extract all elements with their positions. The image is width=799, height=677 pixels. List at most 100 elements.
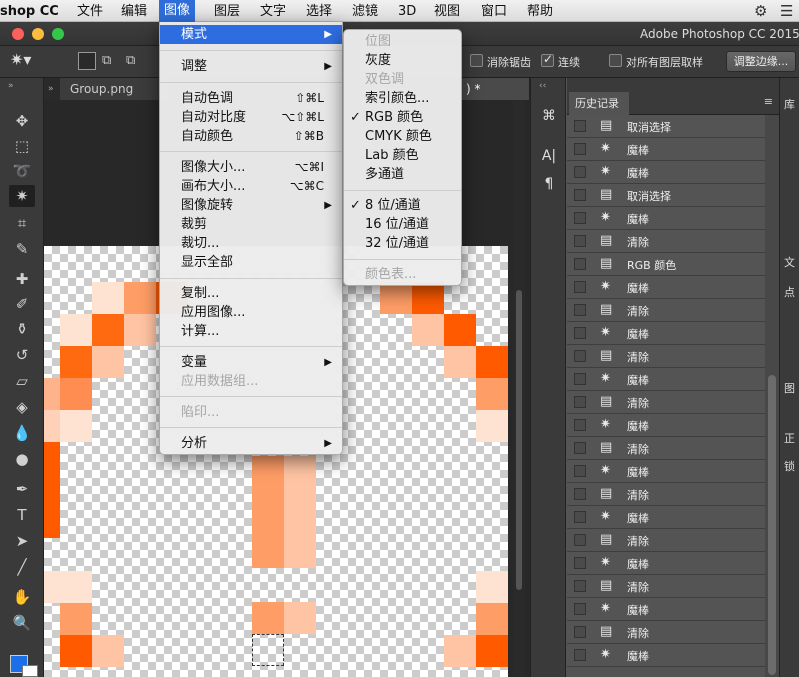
menu-window[interactable]: 窗口 (481, 3, 507, 20)
app-menu[interactable]: shop CC (0, 3, 59, 20)
collapse-icon[interactable]: » (8, 81, 14, 91)
pen-tool-icon[interactable]: ✒ (9, 478, 35, 500)
mode-menu-item[interactable]: ✓ RGB 颜色 (344, 108, 461, 127)
menu-select[interactable]: 选择 (306, 3, 332, 20)
tab-active-document[interactable]: ) * (462, 78, 530, 100)
menu-help[interactable]: 帮助 (527, 3, 553, 20)
mode-menu-item[interactable]: 32 位/通道 (344, 234, 461, 253)
mode-menu-item[interactable]: 16 位/通道 (344, 215, 461, 234)
history-snapshot-checkbox[interactable] (574, 258, 586, 270)
paths-icon[interactable]: ⌘ (539, 106, 559, 126)
history-snapshot-checkbox[interactable] (574, 580, 586, 592)
paragraph-icon[interactable]: ¶ (539, 174, 559, 194)
clone-stamp-tool-icon[interactable]: ⚱ (9, 318, 35, 340)
brush-tool-icon[interactable]: ✐ (9, 293, 35, 315)
canvas-vertical-scrollbar[interactable] (513, 100, 525, 677)
image-menu-item[interactable]: 自动颜色 ⇧⌘B (160, 127, 342, 146)
sample-all-layers-checkbox[interactable] (609, 54, 622, 67)
hand-tool-icon[interactable]: ✋ (9, 586, 35, 608)
path-selection-tool-icon[interactable]: ➤ (9, 530, 35, 552)
history-snapshot-checkbox[interactable] (574, 281, 586, 293)
history-snapshot-checkbox[interactable] (574, 373, 586, 385)
eyedropper-tool-icon[interactable]: ✎ (9, 238, 35, 260)
list-icon[interactable]: ☰ (780, 2, 793, 20)
healing-brush-tool-icon[interactable]: ✚ (9, 268, 35, 290)
history-snapshot-checkbox[interactable] (574, 488, 586, 500)
history-row[interactable]: ✷ 魔棒 (567, 161, 765, 184)
history-snapshot-checkbox[interactable] (574, 442, 586, 454)
history-row[interactable]: ▤ 清除 (567, 483, 765, 506)
contiguous-checkbox[interactable] (541, 52, 554, 67)
history-row[interactable]: ✷ 魔棒 (567, 644, 765, 667)
scrollbar-thumb[interactable] (516, 290, 522, 590)
history-snapshot-checkbox[interactable] (574, 143, 586, 155)
lasso-tool-icon[interactable]: ➰ (9, 160, 35, 182)
type-tool-icon[interactable]: T (9, 504, 35, 526)
normal-blend-label[interactable]: 正 (784, 430, 795, 446)
menu-view[interactable]: 视图 (434, 3, 460, 20)
eraser-tool-icon[interactable]: ▱ (9, 370, 35, 392)
image-menu-item[interactable]: 图像旋转 ▶ (160, 196, 342, 215)
anti-alias-checkbox[interactable] (470, 54, 483, 67)
history-row[interactable]: ✷ 魔棒 (567, 207, 765, 230)
history-brush-tool-icon[interactable]: ↺ (9, 344, 35, 366)
history-snapshot-checkbox[interactable] (574, 603, 586, 615)
blur-tool-icon[interactable]: 💧 (9, 422, 35, 444)
mode-menu-item[interactable]: ✓ 8 位/通道 (344, 196, 461, 215)
history-row[interactable]: ✷ 魔棒 (567, 552, 765, 575)
dodge-tool-icon[interactable]: ● (9, 448, 35, 470)
history-snapshot-checkbox[interactable] (574, 626, 586, 638)
history-scrollbar[interactable] (765, 115, 779, 677)
line-tool-icon[interactable]: ╱ (9, 556, 35, 578)
history-row[interactable]: ✷ 魔棒 (567, 276, 765, 299)
menu-layer[interactable]: 图层 (214, 3, 240, 20)
image-menu-item[interactable]: 调整 ▶ (160, 57, 342, 76)
image-menu-item[interactable]: 计算... (160, 322, 342, 341)
history-row[interactable]: ▤ 清除 (567, 345, 765, 368)
tab-history[interactable]: 历史记录 (569, 92, 629, 115)
close-window-button[interactable] (12, 28, 24, 40)
zoom-tool-icon[interactable]: 🔍 (9, 612, 35, 634)
history-row[interactable]: ✷ 魔棒 (567, 414, 765, 437)
history-snapshot-checkbox[interactable] (574, 327, 586, 339)
history-row[interactable]: ✷ 魔棒 (567, 506, 765, 529)
menu-type[interactable]: 文字 (260, 3, 286, 20)
panel-menu-icon[interactable]: ≡ (764, 95, 773, 108)
zoom-window-button[interactable] (52, 28, 64, 40)
history-row[interactable]: ✷ 魔棒 (567, 322, 765, 345)
refine-edge-button[interactable]: 调整边缘... (726, 51, 796, 72)
magic-wand-preset-icon[interactable]: ✷▾ (10, 50, 31, 69)
mode-menu-item[interactable]: 索引颜色... (344, 89, 461, 108)
history-snapshot-checkbox[interactable] (574, 419, 586, 431)
libraries-tab[interactable]: 库 (784, 96, 795, 112)
history-snapshot-checkbox[interactable] (574, 350, 586, 362)
history-snapshot-checkbox[interactable] (574, 649, 586, 661)
subtract-selection-icon[interactable]: ⧉ (126, 53, 135, 68)
image-menu-item[interactable]: 自动对比度 ⌥⇧⌘L (160, 108, 342, 127)
image-menu-item[interactable]: 模式 ▶ (160, 25, 342, 44)
image-menu-item[interactable]: 自动色调 ⇧⌘L (160, 89, 342, 108)
history-snapshot-checkbox[interactable] (574, 534, 586, 546)
magic-wand-tool-icon[interactable]: ✷ (9, 185, 35, 207)
history-row[interactable]: ▤ RGB 颜色 (567, 253, 765, 276)
menu-edit[interactable]: 编辑 (121, 3, 147, 20)
history-row[interactable]: ▤ 清除 (567, 230, 765, 253)
history-snapshot-checkbox[interactable] (574, 235, 586, 247)
history-snapshot-checkbox[interactable] (574, 189, 586, 201)
menu-filter[interactable]: 滤镜 (352, 3, 378, 20)
mode-menu-item[interactable]: CMYK 颜色 (344, 127, 461, 146)
mode-menu-item[interactable]: Lab 颜色 (344, 146, 461, 165)
history-snapshot-checkbox[interactable] (574, 120, 586, 132)
history-snapshot-checkbox[interactable] (574, 396, 586, 408)
history-row[interactable]: ▤ 清除 (567, 621, 765, 644)
image-menu-item[interactable]: 画布大小... ⌥⌘C (160, 177, 342, 196)
image-menu-item[interactable]: 应用图像... (160, 303, 342, 322)
character-icon[interactable]: A| (539, 146, 559, 166)
menu-3d[interactable]: 3D (398, 3, 416, 20)
history-snapshot-checkbox[interactable] (574, 465, 586, 477)
scrollbar-thumb[interactable] (768, 375, 776, 675)
history-row[interactable]: ▤ 取消选择 (567, 184, 765, 207)
add-selection-icon[interactable]: ⧉ (102, 53, 111, 68)
history-row[interactable]: ✷ 魔棒 (567, 460, 765, 483)
history-snapshot-checkbox[interactable] (574, 511, 586, 523)
